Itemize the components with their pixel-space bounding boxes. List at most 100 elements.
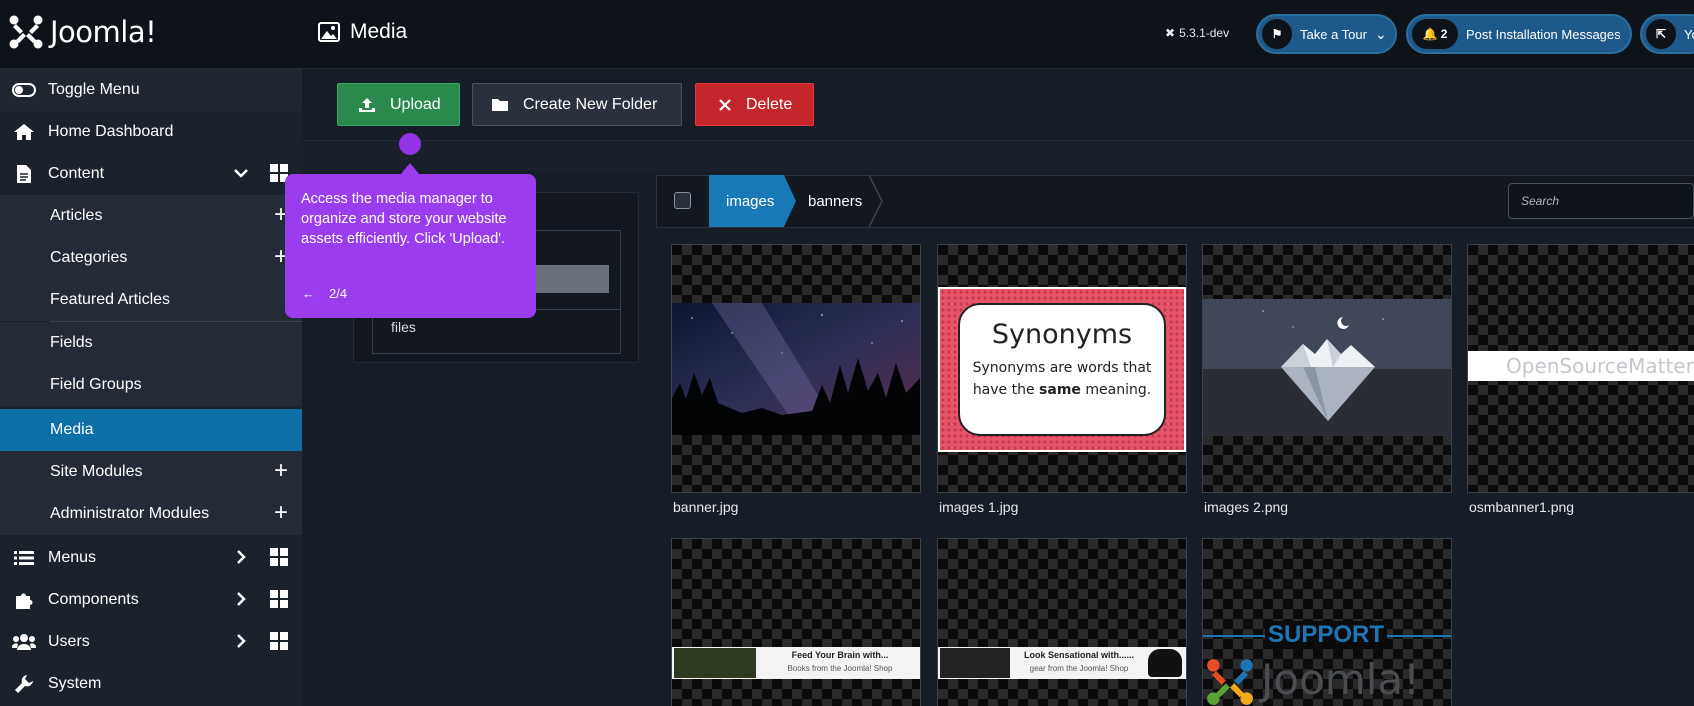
shop-ad-gear-image: Look Sensational with...... gear from th… [938, 647, 1186, 679]
file-name-label: images 2.png [1204, 499, 1289, 515]
sidebar-item-label: Categories [50, 249, 128, 266]
toggle-icon [12, 80, 36, 100]
sidebar-item-system[interactable]: System [0, 663, 302, 705]
home-icon [12, 122, 36, 142]
night-sky-image [672, 303, 920, 435]
tour-tooltip: Access the media manager to organize and… [285, 174, 536, 318]
media-item-images-2-png[interactable] [1202, 244, 1452, 493]
joomla-logo[interactable]: Joomla! [8, 14, 157, 50]
sidebar-item-media[interactable]: Media [0, 409, 302, 451]
sidebar-item-featured-articles[interactable]: Featured Articles [0, 279, 302, 321]
dashboard-grid-icon[interactable] [270, 590, 288, 608]
file-icon [12, 164, 36, 184]
tooltip-text: Access the media manager to organize and… [301, 191, 507, 247]
select-all-checkbox[interactable] [674, 192, 691, 209]
sidebar-item-label: Administrator Modules [50, 505, 210, 522]
sidebar-item-label: System [48, 675, 102, 692]
shop-ad-2-title: Look Sensational with...... [1023, 650, 1134, 660]
synonyms-line2-c: meaning. [1080, 382, 1152, 398]
dashboard-grid-icon[interactable] [270, 548, 288, 566]
osm-banner-text: OpenSourceMatters [1506, 354, 1694, 378]
sidebar-item-categories[interactable]: Categories + [0, 237, 302, 279]
sidebar-item-users[interactable]: Users [0, 621, 302, 663]
back-arrow-icon[interactable]: ← [302, 286, 315, 301]
wrench-icon [12, 674, 36, 694]
bell-icon: 🔔 2 [1412, 19, 1458, 49]
shop-ad-books-image: Feed Your Brain with... Books from the J… [672, 647, 920, 679]
add-icon[interactable]: + [274, 501, 288, 525]
delete-button[interactable]: Delete [695, 83, 814, 126]
media-item-images-1-jpg[interactable]: Synonyms Synonyms are words that have th… [937, 244, 1187, 493]
sidebar-item-label: Featured Articles [50, 291, 171, 308]
sidebar-item-menus[interactable]: Menus [0, 537, 302, 579]
sidebar-item-toggle-menu[interactable]: Toggle Menu [0, 69, 302, 111]
post-installation-label: Post Installation Messages [1466, 26, 1621, 42]
sidebar-item-home-dashboard[interactable]: Home Dashboard [0, 111, 302, 153]
chevron-down-icon: ⌄ [1374, 25, 1387, 42]
sidebar: Toggle Menu Home Dashboard Content Artic… [0, 69, 302, 706]
synonyms-line2-b: same [1039, 382, 1081, 398]
joomla-color-logo-icon [1207, 659, 1253, 705]
version-label: ✖ 5.3.1-dev [1165, 26, 1229, 40]
sidebar-item-site-modules[interactable]: Site Modules + [0, 451, 302, 493]
synonyms-title: Synonyms [991, 319, 1133, 350]
sidebar-item-label: Fields [50, 334, 93, 351]
chevron-right-icon[interactable] [232, 590, 250, 608]
upload-button[interactable]: Upload [337, 83, 460, 126]
sidebar-item-label: Media [50, 421, 94, 438]
list-icon [12, 548, 36, 568]
sidebar-item-content[interactable]: Content [0, 153, 302, 195]
close-icon [719, 98, 731, 111]
tree-item-files[interactable]: files [391, 319, 416, 335]
media-item-support-joomla[interactable]: SUPPORT Joomla! [1202, 538, 1452, 706]
sidebar-item-field-groups[interactable]: Field Groups [0, 364, 302, 406]
external-link-icon: ⇱ [1646, 19, 1676, 49]
sidebar-item-label: Users [48, 633, 90, 650]
file-name-label: banner.jpg [673, 499, 739, 515]
file-name-label: images 1.jpg [939, 499, 1019, 515]
shop-ad-2-sub: gear from the Joomla! Shop [1029, 664, 1129, 673]
search-input[interactable]: Search [1508, 183, 1694, 219]
tooltip-navigation: ← 2/4 [302, 286, 347, 301]
breadcrumb-images[interactable]: images [709, 175, 796, 227]
joomla-small-icon: ✖ [1165, 26, 1176, 40]
sidebar-item-label: Components [48, 591, 139, 608]
media-item-banner-jpg[interactable] [671, 244, 921, 493]
view-site-button[interactable]: ⇱ Yo [1640, 14, 1694, 54]
support-joomla-image: SUPPORT Joomla! [1203, 621, 1451, 705]
file-name-label: osmbanner1.png [1469, 499, 1575, 515]
sidebar-item-label: Toggle Menu [48, 81, 140, 98]
sidebar-item-components[interactable]: Components [0, 579, 302, 621]
chevron-right-icon[interactable] [232, 548, 250, 566]
dashboard-grid-icon[interactable] [270, 632, 288, 650]
sidebar-item-label: Site Modules [50, 463, 143, 480]
sidebar-item-label: Field Groups [50, 376, 142, 393]
joomla-logo-icon [9, 15, 43, 49]
upload-label: Upload [390, 95, 441, 113]
chevron-down-icon[interactable] [232, 164, 250, 182]
puzzle-icon [12, 590, 36, 610]
create-new-folder-label: Create New Folder [523, 95, 658, 113]
tooltip-step: 2/4 [329, 286, 348, 301]
delete-label: Delete [746, 95, 793, 113]
tree-item-selected[interactable] [530, 265, 609, 293]
add-icon[interactable]: + [274, 459, 288, 483]
page-title: Media [318, 20, 407, 44]
sidebar-item-administrator-modules[interactable]: Administrator Modules + [0, 493, 302, 535]
synonyms-image: Synonyms Synonyms are words that have th… [938, 287, 1186, 452]
brand-name: Joomla! [50, 15, 157, 49]
post-installation-messages-button[interactable]: 🔔 2 Post Installation Messages [1406, 14, 1632, 54]
media-item-shop-ad-2[interactable]: Look Sensational with...... gear from th… [937, 538, 1187, 706]
chevron-right-icon[interactable] [232, 632, 250, 650]
create-new-folder-button[interactable]: Create New Folder [472, 83, 682, 126]
media-item-shop-ad-1[interactable]: Feed Your Brain with... Books from the J… [671, 538, 921, 706]
support-text: SUPPORT [1265, 621, 1387, 649]
media-item-osmbanner1-png[interactable]: OpenSourceMatters [1467, 244, 1694, 493]
sidebar-item-fields[interactable]: Fields [0, 322, 302, 364]
mountain-image [1203, 299, 1451, 436]
take-tour-button[interactable]: ⚑ Take a Tour ⌄ [1256, 14, 1397, 54]
top-header: Joomla! Media ✖ 5.3.1-dev ⚑ Take a Tour … [0, 0, 1694, 69]
subbar [302, 141, 1694, 171]
sidebar-item-articles[interactable]: Articles + [0, 195, 302, 237]
breadcrumb-separator [868, 175, 883, 227]
